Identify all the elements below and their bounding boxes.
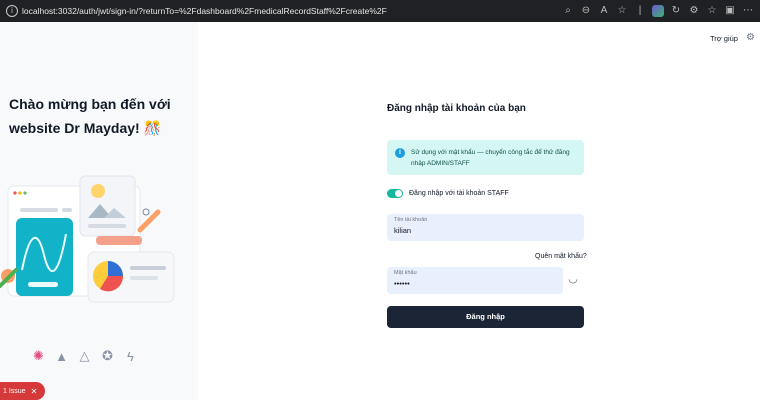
staff-toggle-label: Đăng nhập với tài khoản STAFF (409, 190, 509, 197)
username-field[interactable]: Tên tài khoản kilian (387, 214, 584, 241)
site-info-icon[interactable]: i (6, 5, 18, 17)
puzzle-icon[interactable]: ⚙ (688, 5, 700, 17)
extension-icon[interactable] (652, 5, 664, 17)
favorites-bar-icon[interactable]: ☆ (706, 5, 718, 17)
no-tracking-icon[interactable]: ⊖ (580, 5, 592, 17)
alert-text: Sử dụng với mật khẩu — chuyển công tắc đ… (411, 149, 570, 167)
sparkle-logo-icon: ✺ (33, 348, 44, 363)
forgot-password-link[interactable]: Quên mật khẩu? (535, 253, 587, 260)
supabase-logo-icon: ϟ (127, 348, 134, 364)
auth0-logo-icon: ✪ (102, 348, 113, 363)
issue-badge[interactable]: 1 Issue ✕ (0, 382, 46, 400)
password-field[interactable]: Mật khẩu •••••• (387, 267, 563, 294)
info-alert: i Sử dụng với mật khẩu — chuyển công tắc… (387, 140, 584, 175)
zoom-icon[interactable]: ⌕ (562, 5, 574, 17)
separator-icon: | (638, 5, 642, 16)
translate-icon[interactable]: A (598, 5, 610, 17)
username-label: Tên tài khoản (394, 217, 428, 223)
refresh-extension-icon[interactable]: ↻ (670, 5, 682, 17)
close-icon[interactable]: ✕ (31, 387, 38, 396)
password-label: Mật khẩu (394, 270, 417, 276)
loading-spinner-icon: ◡ (568, 273, 578, 285)
password-input[interactable]: •••••• (394, 279, 410, 288)
staff-toggle-row: Đăng nhập với tài khoản STAFF (387, 189, 509, 198)
address-bar[interactable]: localhost:3032/auth/jwt/sign-in/?returnT… (22, 6, 442, 16)
browser-tools: ⌕ ⊖ A ☆ | ↻ ⚙ ☆ ▣ ⋯ (562, 5, 754, 17)
login-button[interactable]: Đăng nhập (387, 306, 584, 328)
form-title: Đăng nhập tài khoản của bạn (387, 103, 526, 114)
more-menu-icon[interactable]: ⋯ (742, 5, 754, 17)
tech-logos: ✺ ▲ △ ✪ ϟ (32, 348, 137, 364)
collections-icon[interactable]: ▣ (724, 5, 736, 17)
settings-gear-icon[interactable]: ⚙ (746, 32, 755, 43)
help-link[interactable]: Trợ giúp (710, 34, 738, 43)
browser-toolbar: i localhost:3032/auth/jwt/sign-in/?retur… (0, 0, 760, 22)
issue-label: 1 Issue (3, 387, 26, 395)
staff-toggle[interactable] (387, 189, 403, 198)
firebase-logo-icon: ▲ (55, 348, 68, 364)
username-input[interactable]: kilian (394, 226, 411, 235)
dashboard-illustration (0, 175, 175, 303)
favorite-star-icon[interactable]: ☆ (616, 5, 628, 17)
amplify-logo-icon: △ (79, 348, 90, 363)
info-icon: i (395, 148, 405, 158)
welcome-heading: Chào mừng bạn đến với website Dr Mayday!… (9, 96, 171, 136)
